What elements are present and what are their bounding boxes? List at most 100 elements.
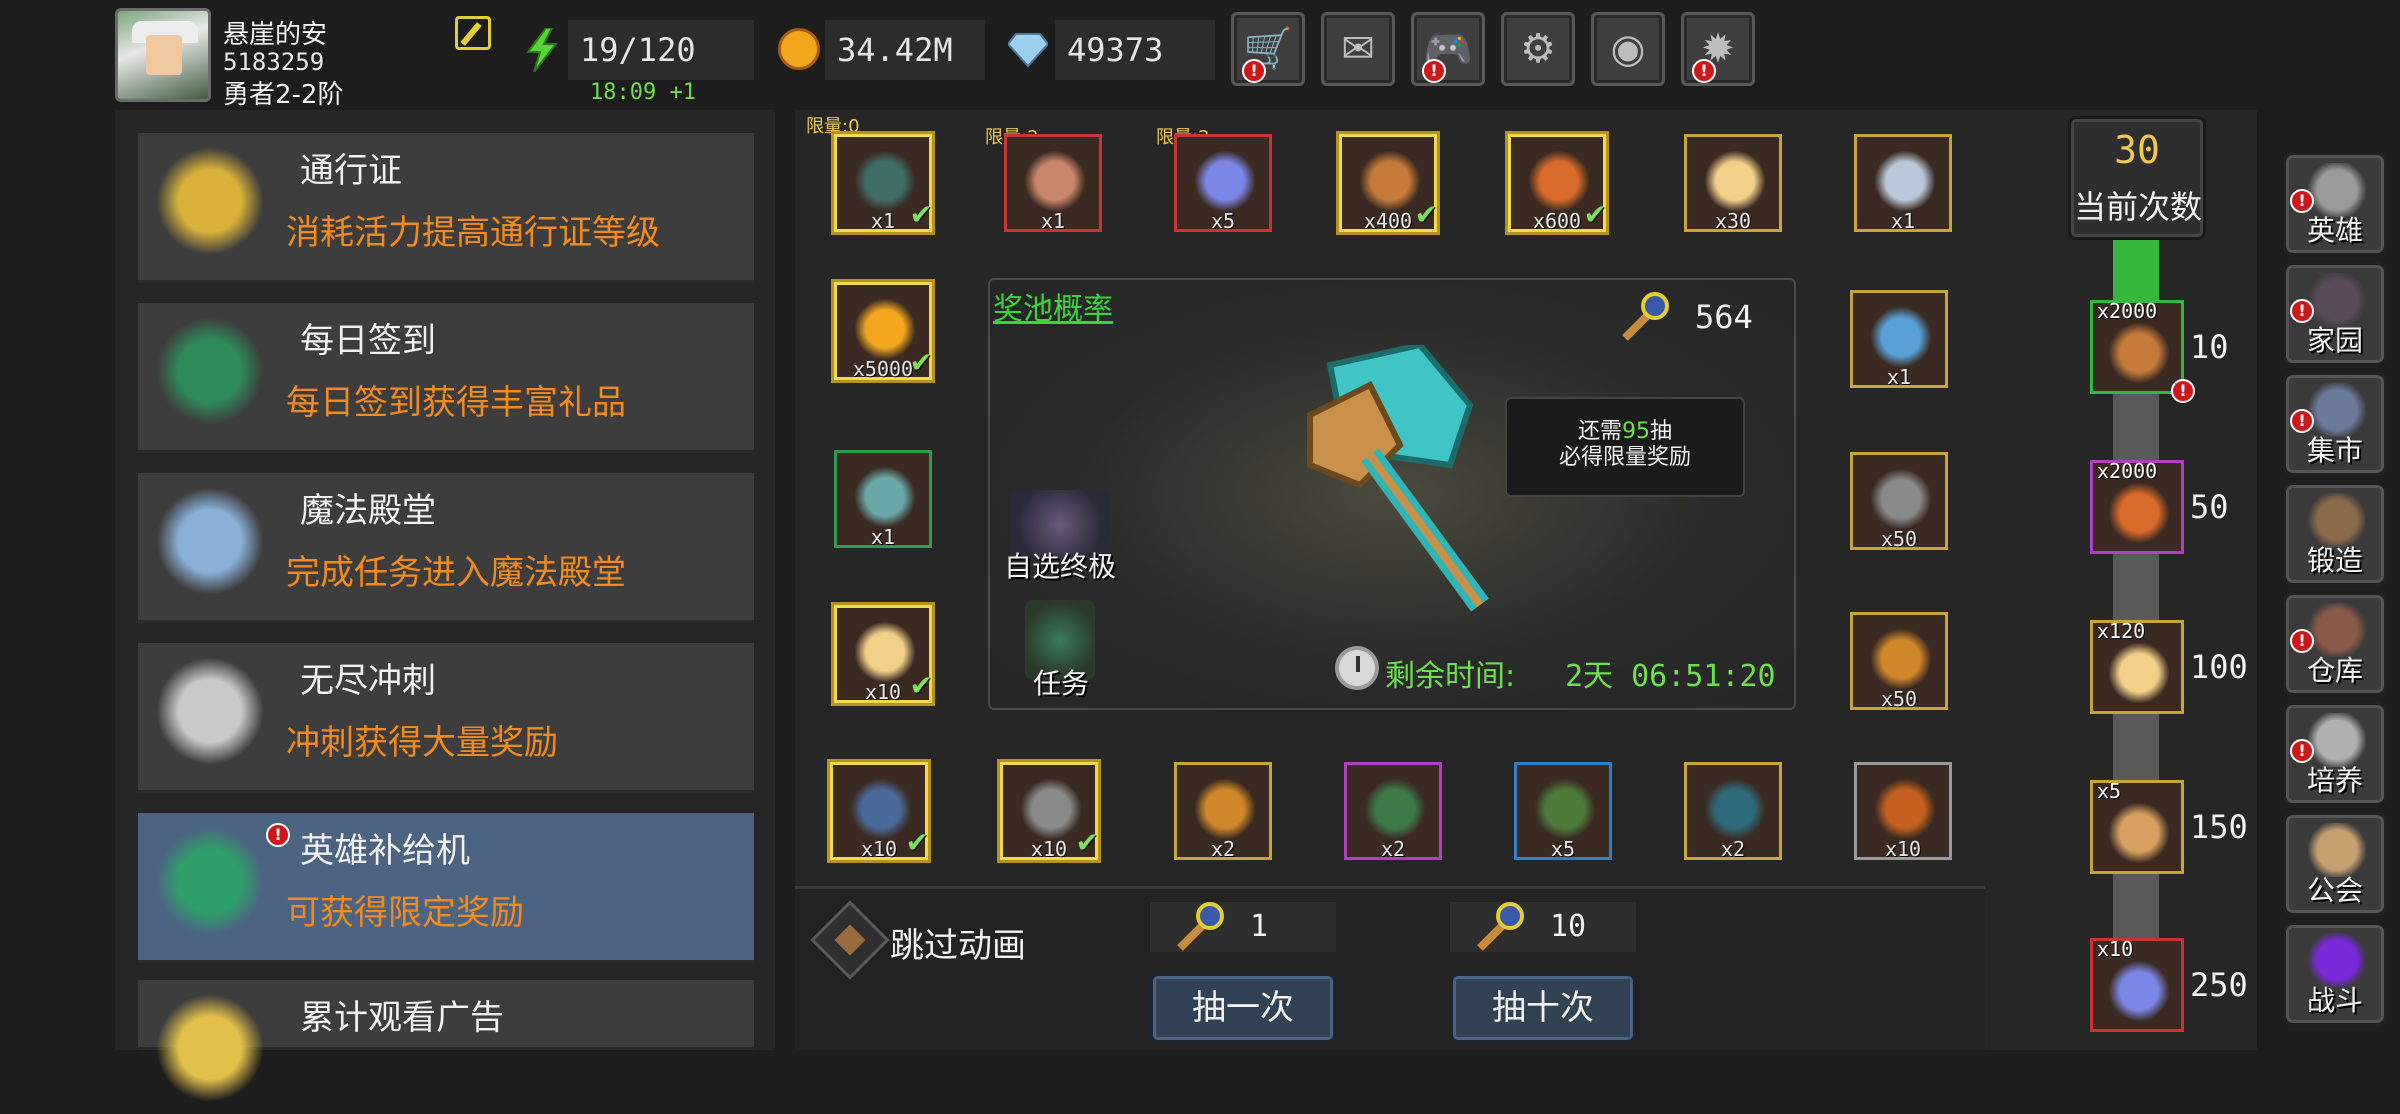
reward-slot[interactable]: x2	[1684, 762, 1782, 861]
mirror-reward-icon	[1871, 307, 1931, 367]
shop-button[interactable]: 🛒!	[1231, 12, 1305, 86]
reward-slot[interactable]: x600 ✔	[1508, 134, 1607, 233]
gems-value: 49373	[1055, 20, 1215, 80]
nav-warehouse[interactable]: 仓库!	[2283, 592, 2387, 696]
choose-ultimate-label[interactable]: 自选终极	[1004, 545, 1116, 585]
color-wheel-button[interactable]: ◉	[1591, 12, 1665, 86]
mace-reward-icon	[1021, 779, 1081, 839]
reward-slot[interactable]: x5	[1174, 134, 1272, 233]
goblet-icon	[150, 147, 270, 267]
edit-name-icon[interactable]	[455, 16, 491, 50]
nav-helmet[interactable]: 英雄!	[2283, 152, 2387, 256]
alert-badge: !	[1242, 59, 1266, 83]
draw-bar	[795, 886, 1985, 1050]
menu-item-title: 魔法殿堂	[300, 491, 436, 531]
milestone-reward-slot[interactable]: x120	[2090, 619, 2184, 714]
reward-slot[interactable]: x400 ✔	[1339, 134, 1438, 233]
nav-anvil[interactable]: 锻造	[2283, 482, 2387, 586]
reward-quantity: x1	[1040, 209, 1066, 233]
claimed-check-icon: ✔	[909, 198, 933, 231]
cost-ten-key-icon	[1477, 902, 1524, 951]
menu-item-desc: 可获得限定奖励	[286, 893, 524, 933]
gold-coin-icon	[778, 28, 820, 70]
draw-key-count: 564	[1695, 298, 1753, 336]
key-milestone-icon	[2109, 803, 2169, 863]
milestone-reward-slot[interactable]: x10	[2090, 937, 2184, 1032]
player-rank: 勇者2-2阶	[223, 80, 344, 110]
nav-guild[interactable]: 公会	[2283, 812, 2387, 916]
reward-slot[interactable]: x1	[1850, 290, 1948, 389]
reward-quantity: x5	[1210, 209, 1236, 233]
reward-slot[interactable]: x1	[1004, 134, 1102, 233]
reward-slot[interactable]: x1 ✔	[834, 134, 933, 233]
reward-slot[interactable]: x5000 ✔	[834, 282, 933, 381]
reward-slot[interactable]: x30	[1684, 134, 1782, 233]
nav-label: 锻造	[2306, 544, 2363, 577]
nav-label: 家园	[2306, 324, 2363, 357]
reward-slot[interactable]: x10 ✔	[830, 762, 929, 861]
rune-medal-reward-icon	[1195, 779, 1255, 839]
reward-slot[interactable]: x50	[1850, 452, 1948, 551]
green-gem-reward-icon	[1365, 779, 1425, 839]
claimed-check-icon: ✔	[1075, 826, 1099, 859]
remaining-time-value: 2天 06:51:20	[1565, 659, 1776, 694]
current-draw-count: 30	[2114, 128, 2160, 172]
alert-badge: !	[2290, 189, 2314, 213]
reward-slot[interactable]: x5	[1514, 762, 1612, 861]
reward-slot[interactable]: x10 ✔	[1000, 762, 1099, 861]
gear-button[interactable]: ⚙	[1501, 12, 1575, 86]
fireworks-button[interactable]: ✹!	[1681, 12, 1755, 86]
gold-coin-reward-icon	[855, 299, 915, 359]
reward-slot[interactable]: x1	[1854, 134, 1952, 233]
reward-slot[interactable]: x10	[1854, 762, 1952, 861]
gamepad-button[interactable]: 🎮!	[1411, 12, 1485, 86]
milestone-reward-slot[interactable]: x2000!	[2090, 299, 2195, 403]
draw-ten-button[interactable]: 抽十次	[1450, 973, 1636, 1043]
reward-slot[interactable]: x1	[834, 450, 932, 549]
milestone-badge: x2000	[2097, 299, 2158, 323]
mail-button[interactable]: ✉	[1321, 12, 1395, 86]
reward-slot[interactable]: x2	[1344, 762, 1442, 861]
skip-animation-label[interactable]: 跳过动画	[890, 918, 1026, 967]
alert-badge: !	[2290, 409, 2314, 433]
nav-market-stall[interactable]: 集市!	[2283, 372, 2387, 476]
claimed-check-icon: ✔	[909, 669, 933, 702]
reward-slot[interactable]: x2	[1174, 762, 1272, 861]
task-label[interactable]: 任务	[1033, 662, 1089, 702]
energy-value: 19/120	[568, 20, 754, 80]
milestone-reward-slot[interactable]: x2000	[2090, 459, 2184, 554]
player-id: 5183259	[223, 48, 325, 76]
reward-quantity: x2	[1380, 837, 1406, 861]
menu-item-2[interactable]: 每日签到 每日签到获得丰富礼品	[138, 303, 754, 453]
menu-item-6[interactable]: 累计观看广告	[138, 980, 754, 1114]
reward-quantity: x2	[1720, 837, 1746, 861]
alert-badge: !	[1692, 59, 1716, 83]
nav-castle[interactable]: 家园!	[2283, 262, 2387, 366]
reward-slot[interactable]: x10 ✔	[834, 605, 933, 704]
pool-probability-link[interactable]: 奖池概率	[993, 284, 1113, 328]
player-avatar[interactable]	[115, 8, 211, 102]
reward-quantity: x1	[870, 525, 896, 549]
menu-item-4[interactable]: 无尽冲刺 冲刺获得大量奖励	[138, 643, 754, 793]
reward-slot[interactable]: x50	[1850, 612, 1948, 711]
alert-badge: !	[266, 823, 290, 847]
draw-once-button[interactable]: 抽一次	[1150, 973, 1336, 1043]
egg-reward-icon	[855, 622, 915, 682]
green-rune-reward-icon	[1535, 779, 1595, 839]
menu-item-1[interactable]: 通行证 消耗活力提高通行证等级	[138, 133, 754, 283]
reward-quantity: x10	[1884, 837, 1922, 861]
menu-item-5[interactable]: 英雄补给机 可获得限定奖励!	[138, 813, 754, 963]
milestone-reward-slot[interactable]: x5	[2090, 779, 2184, 874]
reward-quantity: x30	[1714, 209, 1752, 233]
featured-axe-icon	[1307, 345, 1489, 612]
current-draw-label: 当前次数	[2073, 188, 2202, 226]
nav-portal[interactable]: 战斗	[2283, 922, 2387, 1026]
menu-item-desc: 消耗活力提高通行证等级	[286, 213, 660, 253]
claimed-check-icon: ✔	[905, 826, 929, 859]
crystal-icon	[150, 487, 270, 607]
bone-milestone-icon	[2109, 323, 2169, 383]
flame-stone-reward-icon	[1529, 151, 1589, 211]
menu-item-3[interactable]: 魔法殿堂 完成任务进入魔法殿堂	[138, 473, 754, 623]
milestone-threshold: 250	[2190, 966, 2248, 1004]
nav-goblet-nav[interactable]: 培养!	[2283, 702, 2387, 806]
